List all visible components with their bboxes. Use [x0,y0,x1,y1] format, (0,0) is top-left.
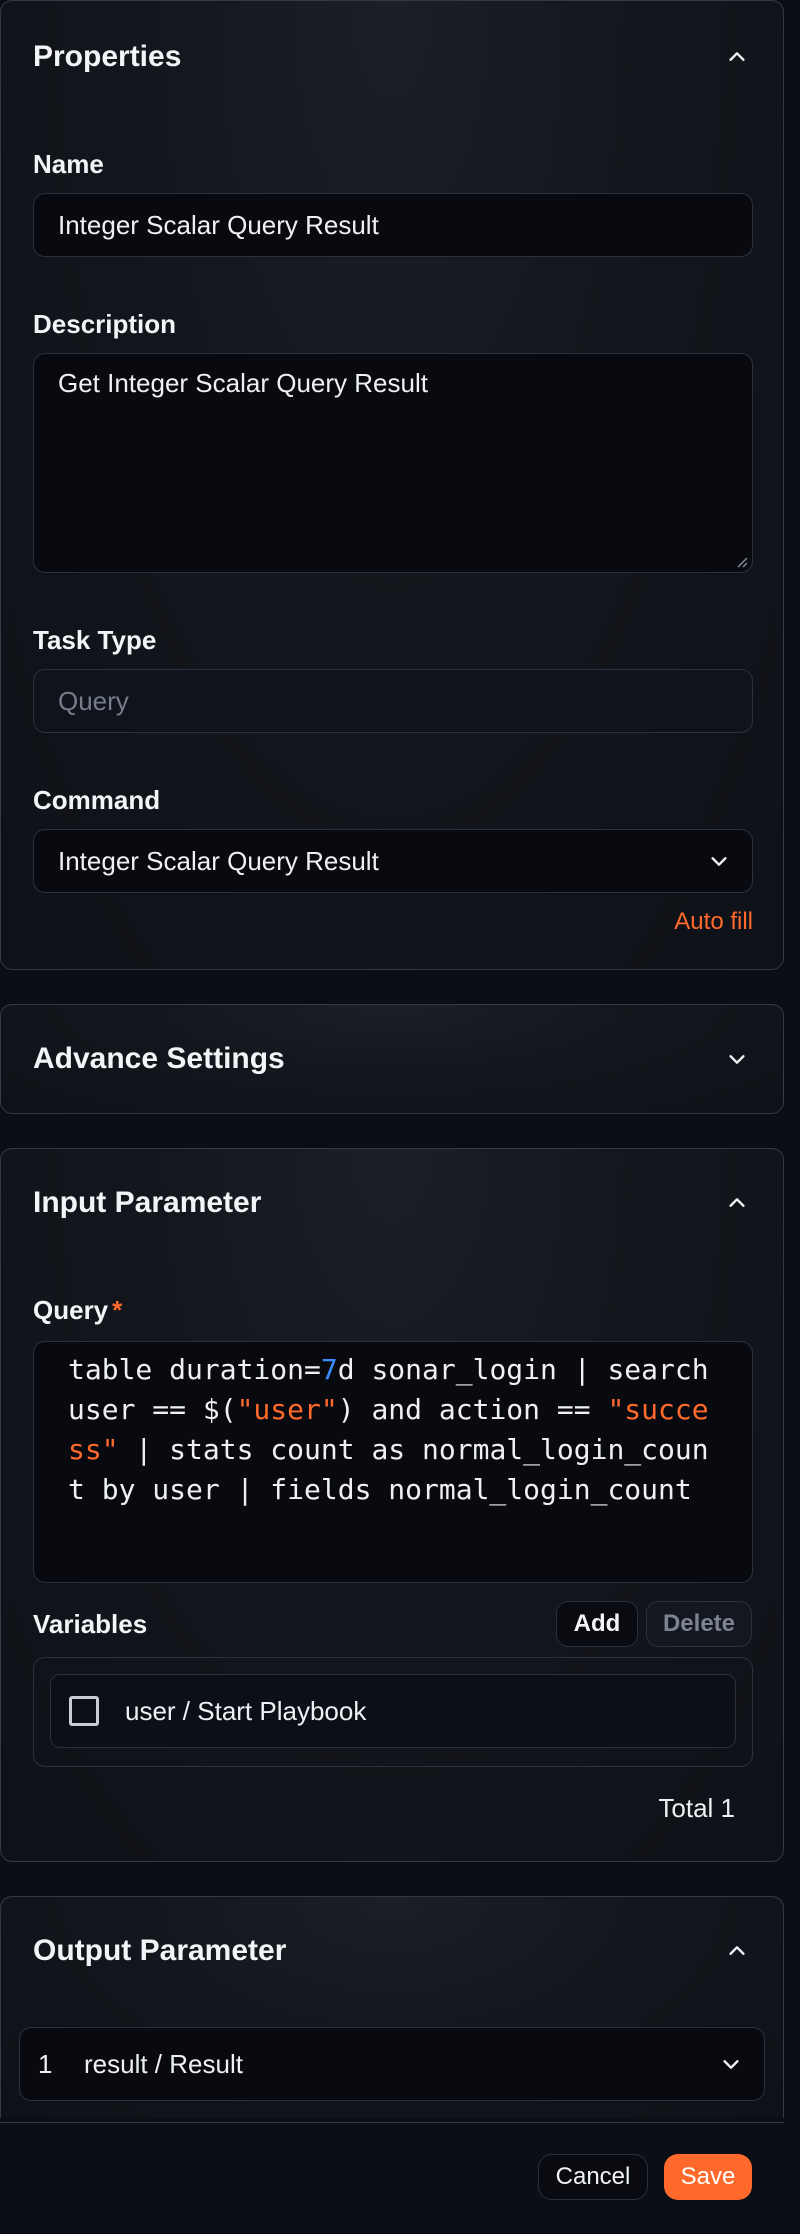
advance-settings-panel: Advance Settings [0,1004,784,1114]
properties-header[interactable]: Properties [33,37,751,77]
properties-panel: Properties Name Integer Scalar Query Res… [0,0,784,970]
code-line: user == $("user") and action == "succe [68,1390,728,1430]
task-type-placeholder: Query [58,685,129,716]
output-parameter-title: Output Parameter [33,1934,287,1967]
name-input-value: Integer Scalar Query Result [58,209,379,240]
input-parameter-panel: Input Parameter Query * table duration=7d… [0,1148,784,1862]
code-token: "user" [236,1393,338,1426]
output-parameter-panel: Output Parameter 1 result / Result [0,1896,784,2118]
input-parameter-title: Input Parameter [33,1186,262,1219]
code-token: | stats count as normal_login_coun [118,1433,709,1466]
task-editor-page: Properties Name Integer Scalar Query Res… [0,0,800,2234]
code-token: "succe [607,1393,709,1426]
code-token: user == $( [68,1393,237,1426]
code-token: d sonar_login | search [337,1353,709,1386]
chevron-down-icon [711,857,727,866]
variables-label: Variables [33,1609,148,1639]
code-token: 7 [320,1353,338,1386]
chevron-up-icon[interactable] [723,1937,751,1965]
properties-title: Properties [33,40,182,73]
task-type-input[interactable]: Query [33,669,753,733]
variable-label: user / Start Playbook [125,1695,367,1726]
code-token: t by user | fields normal_login_count [68,1473,692,1506]
query-code-editor[interactable]: table duration=7d sonar_login | search us… [33,1341,753,1583]
code-token: table duration= [68,1353,321,1386]
variables-list: user / Start Playbook [33,1657,753,1767]
delete-variable-button[interactable]: Delete [646,1601,752,1647]
code-token: ) and action == [337,1393,608,1426]
code-line: t by user | fields normal_login_count [68,1470,728,1510]
add-variable-button[interactable]: Add [556,1601,638,1647]
code-line: table duration=7d sonar_login | search [68,1350,728,1390]
description-label: Description [33,309,177,339]
output-parameter-row[interactable]: 1 result / Result [19,2027,765,2101]
description-textarea[interactable]: Get Integer Scalar Query Result [33,353,753,573]
advance-settings-header[interactable]: Advance Settings [33,1039,751,1079]
variable-checkbox[interactable] [69,1696,99,1726]
list-item[interactable]: user / Start Playbook [50,1674,736,1748]
description-textarea-value: Get Integer Scalar Query Result [58,368,428,398]
task-type-label: Task Type [33,625,157,655]
name-input[interactable]: Integer Scalar Query Result [33,193,753,257]
chevron-down-icon[interactable] [720,2053,742,2075]
name-label: Name [33,149,104,179]
chevron-down-icon[interactable] [723,1045,751,1073]
footer-divider [0,2122,784,2123]
query-label: Query * [33,1295,122,1326]
input-parameter-header[interactable]: Input Parameter [33,1183,751,1223]
auto-fill-link[interactable]: Auto fill [674,908,753,936]
output-parameter-header[interactable]: Output Parameter [33,1931,751,1971]
cancel-button[interactable]: Cancel [538,2154,648,2200]
advance-settings-title: Advance Settings [33,1042,285,1075]
code-token: ss" [68,1433,119,1466]
command-label: Command [33,785,161,815]
chevron-up-icon[interactable] [723,1189,751,1217]
save-button[interactable]: Save [664,2154,752,2200]
command-select-value: Integer Scalar Query Result [58,845,379,876]
resize-grip-icon[interactable] [734,554,748,568]
variables-total: Total 1 [658,1793,735,1823]
query-label-text: Query [33,1295,109,1325]
chevron-up-icon[interactable] [723,43,751,71]
code-line: ss" | stats count as normal_login_coun [68,1430,728,1470]
command-select[interactable]: Integer Scalar Query Result [33,829,753,893]
required-mark: * [112,1295,123,1325]
output-row-index: 1 [38,2048,53,2079]
output-row-label: result / Result [84,2048,243,2079]
